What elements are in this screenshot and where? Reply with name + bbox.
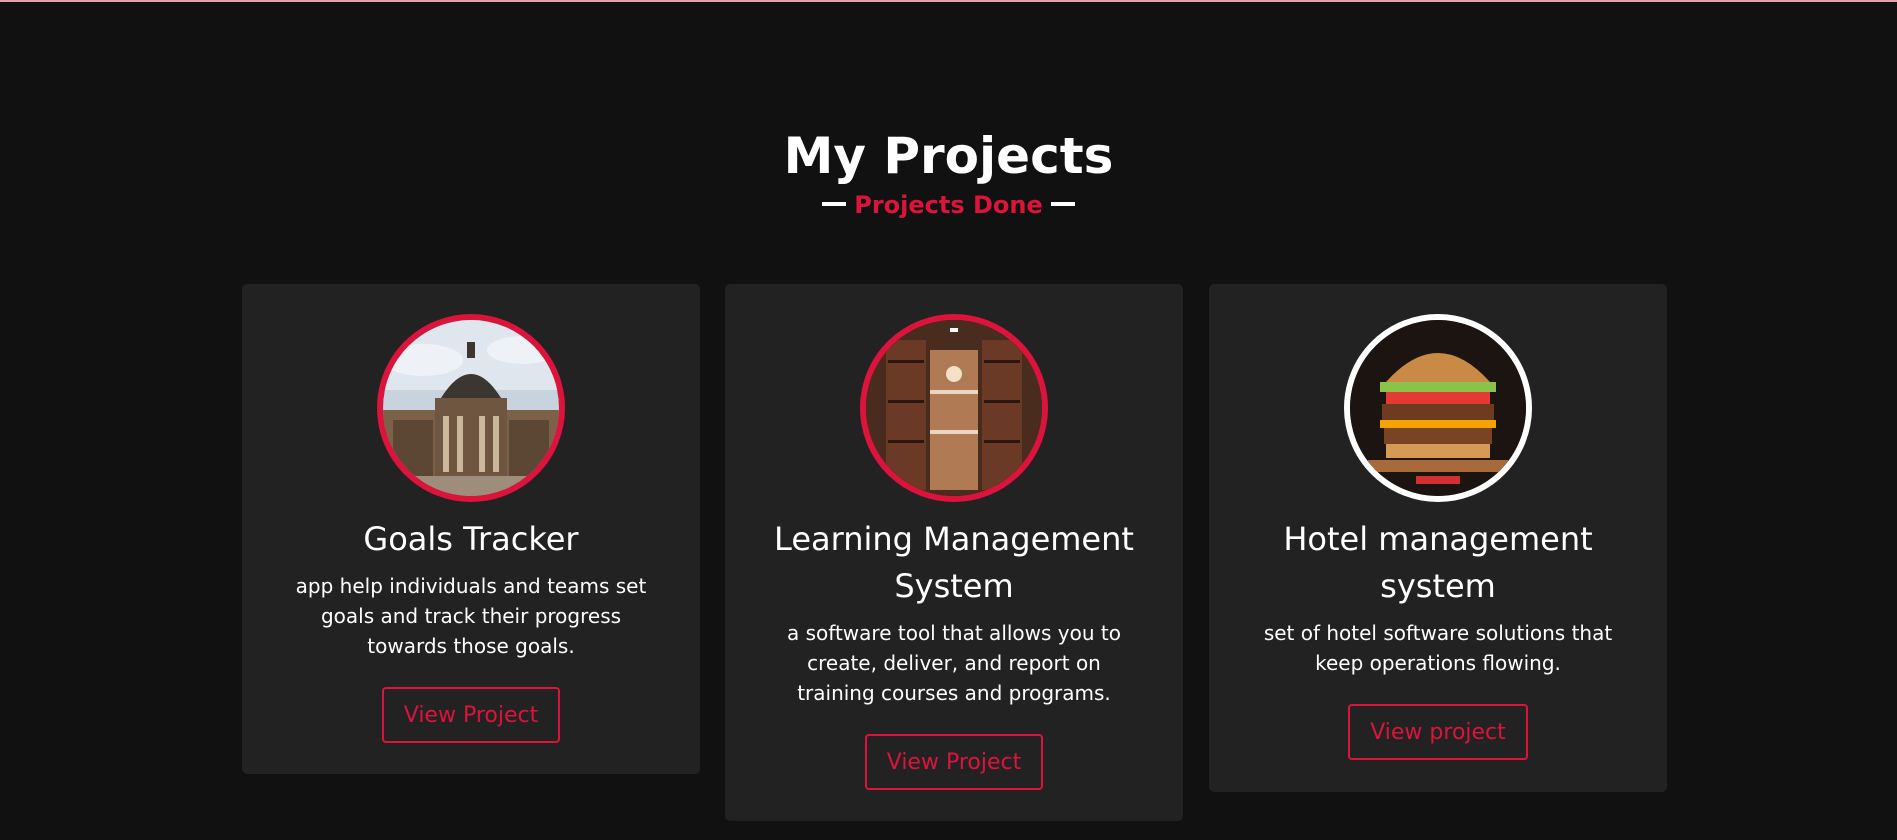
top-divider bbox=[0, 0, 1897, 2]
project-card-learning-management-system: Learning Management System a software to… bbox=[725, 284, 1183, 821]
subtitle-dash-left bbox=[822, 202, 847, 206]
project-image-learning-management-system bbox=[860, 314, 1048, 502]
section-subtitle-text: Projects Done bbox=[854, 191, 1043, 219]
project-title: Hotel management system bbox=[1283, 520, 1593, 605]
library-bookshelf-image bbox=[866, 320, 1042, 496]
section-subtitle: Projects Done bbox=[0, 188, 1897, 222]
view-project-button[interactable]: View Project bbox=[864, 734, 1044, 790]
domed-building-image bbox=[383, 320, 559, 496]
view-project-button[interactable]: View project bbox=[1348, 704, 1528, 760]
section-title: My Projects bbox=[783, 127, 1114, 185]
project-card-hotel-management-system: Hotel management system set of hotel sof… bbox=[1209, 284, 1667, 792]
project-description: app help individuals and teams set goals… bbox=[295, 574, 647, 658]
project-description: a software tool that allows you to creat… bbox=[787, 621, 1121, 705]
project-title: Learning Management System bbox=[774, 520, 1134, 605]
project-image-goals-tracker bbox=[377, 314, 565, 502]
view-project-button[interactable]: View Project bbox=[381, 687, 561, 743]
project-image-hotel-management-system bbox=[1344, 314, 1532, 502]
projects-section: My Projects Projects Done Goals Tracker … bbox=[0, 0, 1897, 840]
subtitle-dash-right bbox=[1050, 202, 1075, 206]
burger-image bbox=[1350, 320, 1526, 496]
project-card-goals-tracker: Goals Tracker app help individuals and t… bbox=[242, 284, 700, 774]
project-description: set of hotel software solutions that kee… bbox=[1263, 621, 1613, 675]
project-title: Goals Tracker bbox=[363, 520, 579, 558]
